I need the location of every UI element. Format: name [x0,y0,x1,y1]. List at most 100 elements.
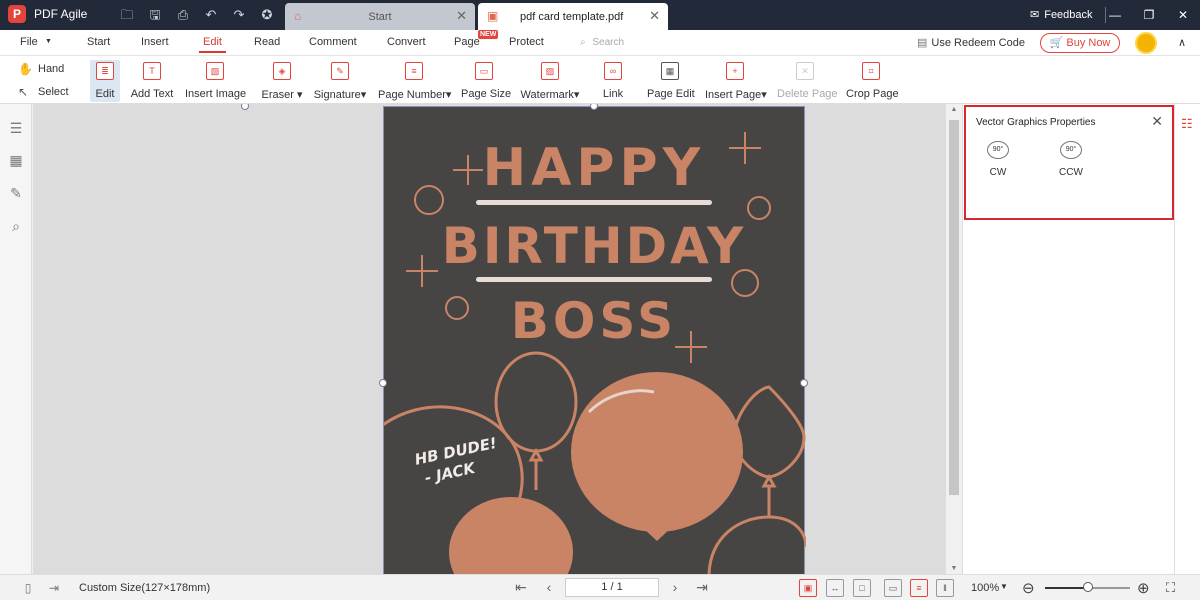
menu-page[interactable]: Page [454,36,480,48]
link-button[interactable]: ∞ Link [600,60,626,102]
fit-page-icon[interactable]: ▣ [799,579,817,597]
page-size-button[interactable]: ▭ Page Size [461,60,512,102]
plus-decoration [453,155,483,185]
redeem-code-button[interactable]: ▤ Use Redeem Code [917,36,1025,50]
close-icon[interactable]: ✕ [649,8,660,24]
signature-button[interactable]: ✎ Signature▾ [313,60,367,102]
balloon-string [528,447,544,490]
two-page-view-icon[interactable]: ‖ [936,579,954,597]
previous-page-icon[interactable]: ‹ [541,579,557,595]
redo-icon[interactable]: ↷ [230,6,248,24]
chevron-down-icon[interactable]: ▼ [45,38,52,45]
circle-decoration [747,196,771,220]
eraser-icon: ◈ [273,62,291,80]
selection-handle[interactable] [379,379,387,387]
birthday-card-graphic[interactable]: HAPPY BIRTHDAY BOSS HB DUDE! - JACK [384,107,806,574]
chevron-up-icon[interactable]: ∧ [1178,36,1186,49]
crop-page-button[interactable]: ⌗ Crop Page [846,60,899,102]
first-page-icon[interactable]: ⇤ [513,579,529,596]
close-window-icon[interactable]: ✕ [1166,0,1200,30]
search-input[interactable]: ⌕ Search [580,37,624,48]
search-panel-icon[interactable]: ⌕ [7,218,25,234]
zoom-out-icon[interactable]: ⊖ [1022,579,1035,597]
scroll-down-icon[interactable]: ▼ [946,565,962,572]
delete-page-button[interactable]: ✕ Delete Page [777,60,838,102]
annotations-icon[interactable]: ✎ [7,185,25,201]
open-folder-icon[interactable]: 🗀 [118,6,136,24]
zoom-slider-knob[interactable] [1082,582,1093,592]
add-text-button[interactable]: T Add Text [130,60,174,102]
menu-comment[interactable]: Comment [309,36,357,48]
vertical-scrollbar[interactable]: ▲ ▼ [946,104,962,574]
edit-tool-button[interactable]: ≣ Edit [90,60,120,102]
image-icon: ▧ [206,62,224,80]
menu-convert[interactable]: Convert [387,36,426,48]
menu-bar: File ▼ Start Insert Edit Read Comment Co… [0,30,1200,56]
page-number-button[interactable]: ≡ Page Number▾ [378,60,451,102]
insert-image-button[interactable]: ▧ Insert Image [185,60,246,102]
actual-size-icon[interactable]: □ [853,579,871,597]
selection-handle[interactable] [241,104,249,110]
star-icon[interactable]: ✪ [258,6,276,24]
menu-edit[interactable]: Edit [199,36,226,53]
thumbnails-icon[interactable]: ▦ [7,152,25,168]
save-icon[interactable]: 🖫 [146,6,164,24]
undo-icon[interactable]: ↶ [202,6,220,24]
zoom-slider[interactable] [1045,582,1130,592]
menu-read[interactable]: Read [254,36,280,48]
redeem-label: Use Redeem Code [931,36,1025,49]
page-export-icon[interactable]: ⇥ [46,580,62,596]
properties-icon[interactable]: ☷ [1181,116,1193,132]
close-icon[interactable]: ✕ [1151,113,1163,130]
tab-document[interactable]: ▣ pdf card template.pdf ✕ [478,3,668,30]
tab-start[interactable]: ⌂ Start ✕ [285,3,475,30]
cursor-icon: ↖ [18,85,29,99]
fit-width-icon[interactable]: ↔ [826,579,844,597]
close-icon[interactable]: ✕ [456,8,467,24]
pdf-page[interactable]: HAPPY BIRTHDAY BOSS HB DUDE! - JACK [383,106,806,574]
zoom-level[interactable]: 100% [971,582,999,594]
outline-icon[interactable]: ☰ [7,120,25,136]
avatar[interactable] [1135,32,1157,54]
restore-icon[interactable]: ❐ [1132,0,1166,30]
tool-label: Page Size [461,88,512,100]
page-edit-button[interactable]: ▦ Page Edit [647,60,695,102]
balloon-string [761,473,777,516]
print-icon[interactable]: ⎙ [174,6,192,24]
insert-page-button[interactable]: + Insert Page▾ [705,60,767,102]
select-tool-button[interactable]: ↖ Select [18,85,69,99]
eraser-button[interactable]: ◈ Eraser ▾ [260,60,304,102]
menu-file[interactable]: File [20,36,38,48]
circle-decoration [445,296,469,320]
hand-tool-button[interactable]: ✋ Hand [18,62,64,76]
chevron-down-icon[interactable]: ▼ [1000,582,1008,591]
scrollbar-thumb[interactable] [949,120,959,495]
rotate-cw-button[interactable]: 90° CW [978,141,1018,178]
menu-start[interactable]: Start [87,36,110,48]
card-line1: HAPPY [483,138,706,198]
vector-graphics-properties: Vector Graphics Properties ✕ 90° CW 90° … [964,105,1174,220]
single-page-icon[interactable]: ▯ [20,580,36,596]
minimize-icon[interactable]: — [1098,0,1132,30]
zoom-in-icon[interactable]: ⊕ [1137,579,1150,597]
scroll-up-icon[interactable]: ▲ [946,106,962,113]
last-page-icon[interactable]: ⇥ [694,579,710,596]
selection-handle[interactable] [800,379,808,387]
rotate-ccw-button[interactable]: 90° CCW [1051,141,1091,178]
next-page-icon[interactable]: › [667,579,683,595]
page-number-input[interactable]: 1 / 1 [565,578,659,597]
tab-label: Start [368,11,392,23]
tool-label: Signature▾ [313,89,367,101]
buy-now-button[interactable]: 🛒 Buy Now [1040,33,1120,53]
menu-insert[interactable]: Insert [141,36,169,48]
fullscreen-icon[interactable]: ⛶ [1166,580,1175,596]
tool-label: Add Text [130,88,174,100]
status-bar: ▯ ⇥ Custom Size(127×178mm) ⇤ ‹ 1 / 1 › ⇥… [0,574,1200,600]
document-canvas[interactable]: HAPPY BIRTHDAY BOSS HB DUDE! - JACK [33,104,946,574]
feedback-button[interactable]: ✉ Feedback [1030,8,1093,22]
single-view-icon[interactable]: ▭ [884,579,902,597]
menu-protect[interactable]: Protect [509,36,544,48]
watermark-button[interactable]: ▨ Watermark▾ [519,60,581,102]
continuous-view-icon[interactable]: ≡ [910,579,928,597]
cart-icon: 🛒 [1049,37,1064,49]
